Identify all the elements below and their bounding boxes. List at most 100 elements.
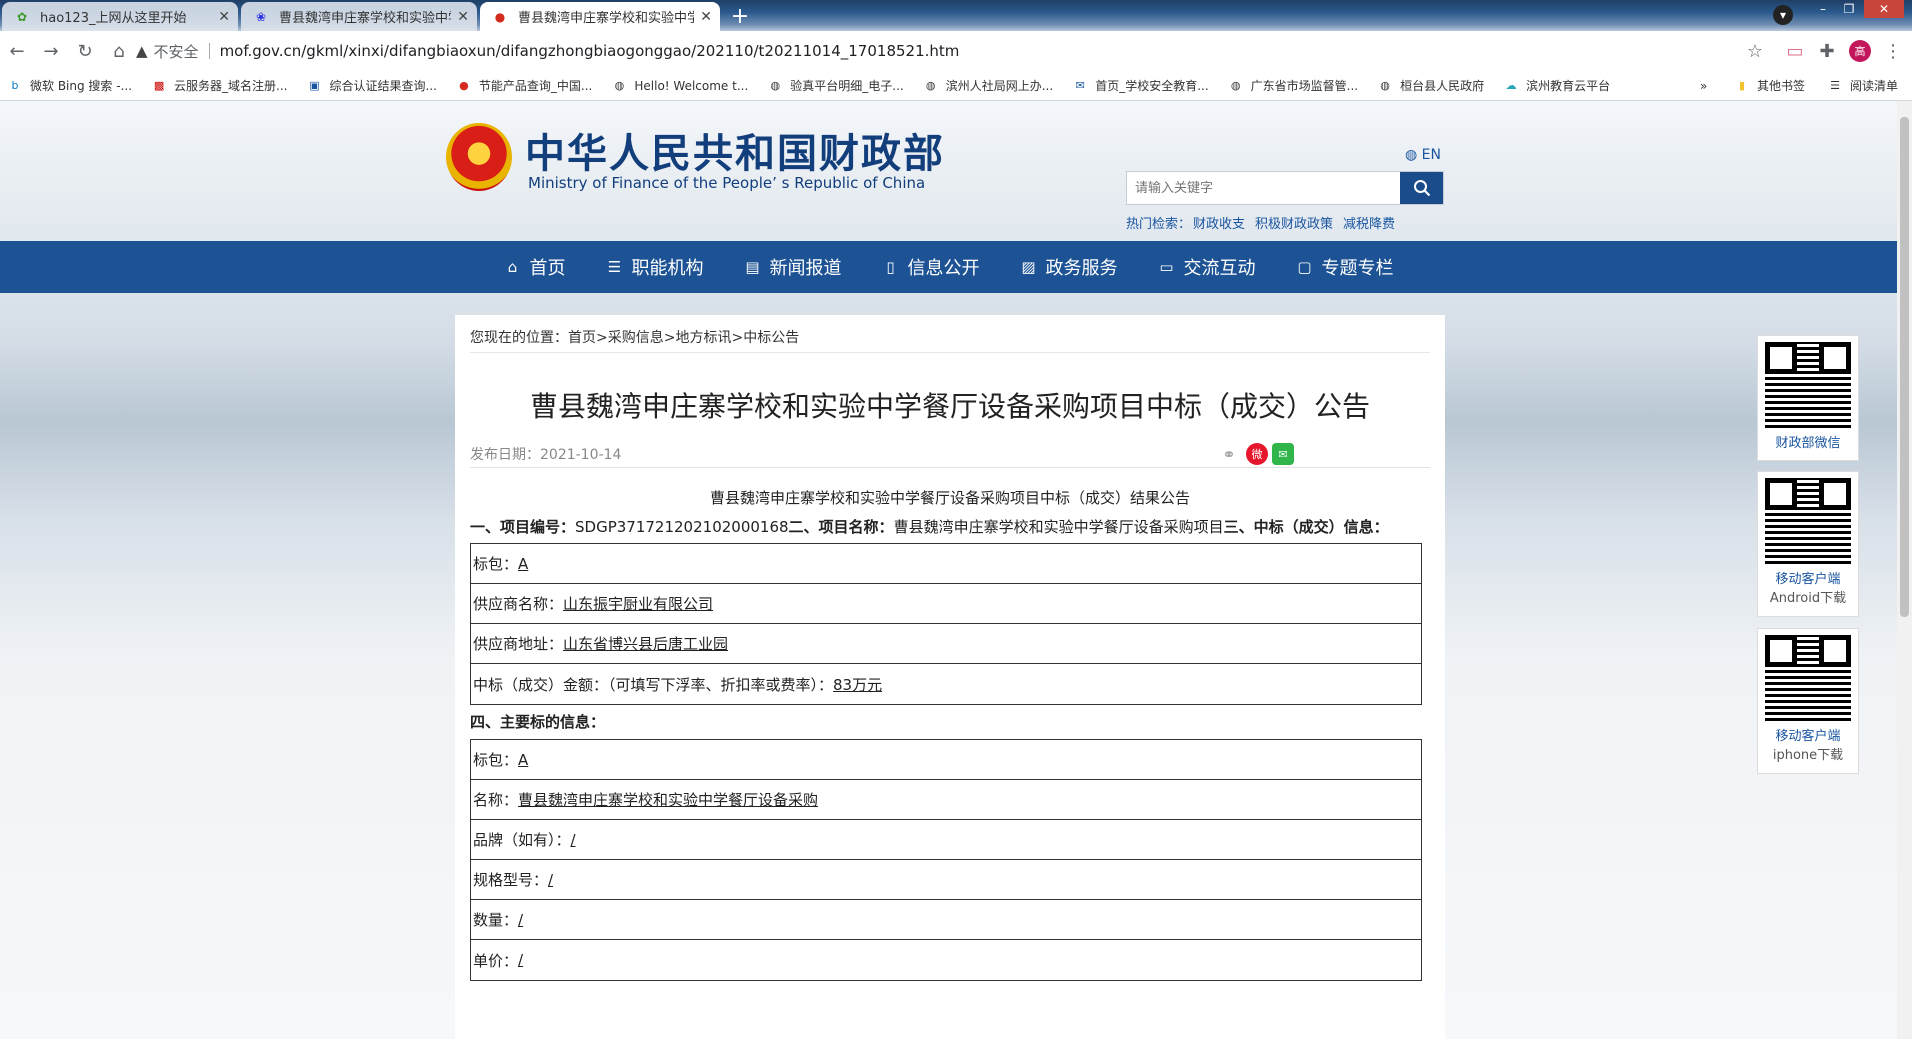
article-panel: 您现在的位置：首页>采购信息>地方标讯>中标公告 曹县魏湾申庄寨学校和实验中学餐… — [455, 315, 1445, 1039]
maximize-button[interactable]: ❐ — [1836, 0, 1862, 18]
reading-list[interactable]: ☰ 阅读清单 — [1828, 77, 1898, 94]
search-button[interactable] — [1400, 172, 1443, 204]
extensions-puzzle-icon[interactable]: ✚ — [1810, 34, 1844, 68]
table-row: 供应商名称： 山东振宇厨业有限公司 — [471, 584, 1421, 624]
globe-icon: ◍ — [614, 79, 625, 92]
qr-android[interactable]: 移动客户端 Android下载 — [1757, 471, 1859, 617]
media-control-icon[interactable]: ▾ — [1773, 5, 1793, 25]
window-icon: ▢ — [1297, 258, 1312, 276]
nav-disclosure[interactable]: ▯ 信息公开 — [882, 254, 979, 280]
new-tab-button[interactable]: + — [725, 3, 755, 29]
security-label: 不安全 — [153, 42, 199, 61]
nav-news[interactable]: ▤ 新闻报道 — [744, 254, 841, 280]
search-input[interactable] — [1127, 172, 1400, 204]
other-bookmarks[interactable]: ▮ 其他书签 — [1735, 77, 1805, 94]
qr-code-image — [1765, 635, 1851, 721]
close-window-button[interactable]: ✕ — [1864, 0, 1904, 18]
home-button[interactable]: ⌂ — [102, 34, 136, 68]
menu-kebab-icon[interactable]: ⋮ — [1876, 34, 1910, 68]
bookmark-item[interactable]: ◍ 广东省市场监督管... — [1229, 77, 1358, 94]
nav-topics[interactable]: ▢ 专题专栏 — [1296, 254, 1393, 280]
bookmark-item[interactable]: ▣ 综合认证结果查询... — [307, 77, 437, 94]
list-icon: ☰ — [607, 258, 622, 276]
document-icon: ▯ — [886, 258, 895, 276]
bookmark-item[interactable]: ☁ 滨州教育云平台 — [1504, 77, 1611, 94]
bookmark-item[interactable]: b 微软 Bing 搜索 -... — [8, 77, 133, 94]
qr-iphone[interactable]: 移动客户端 iphone下载 — [1757, 628, 1859, 774]
bookmark-item[interactable]: ▩ 云服务器_域名注册... — [152, 77, 288, 94]
bing-icon: b — [11, 79, 19, 92]
divider — [208, 43, 210, 59]
publish-date: 发布日期：2021-10-14 — [470, 447, 622, 463]
toolbar: ← → ↻ ⌂ ▲ 不安全 mof.gov.cn/gkml/xinxi/difa… — [0, 31, 1912, 71]
tab-strip: ✿ hao123_上网从这里开始 ✕ ❀ 曹县魏湾申庄寨学校和实验中学餐厅 ✕ … — [0, 0, 1912, 31]
hao123-icon: ✿ — [16, 9, 28, 24]
national-emblem-logo — [446, 123, 512, 191]
qr-wechat[interactable]: 财政部微信 — [1757, 335, 1859, 461]
tab-notice-1[interactable]: ❀ 曹县魏湾申庄寨学校和实验中学餐厅 ✕ — [241, 2, 477, 31]
close-icon[interactable]: ✕ — [218, 9, 230, 25]
hot-term-link[interactable]: 积极财政政策 — [1255, 213, 1333, 232]
nav-departments[interactable]: ☰ 职能机构 — [606, 254, 704, 280]
nav-services[interactable]: ▨ 政务服务 — [1020, 254, 1117, 280]
reading-list-icon: ☰ — [1830, 79, 1840, 92]
article-body: 曹县魏湾申庄寨学校和实验中学餐厅设备采购项目中标（成交）结果公告 一、项目编号：… — [470, 485, 1430, 981]
avatar[interactable]: 高 — [1849, 40, 1871, 62]
service-icon: ▨ — [1021, 258, 1036, 276]
globe-icon: ◍ — [925, 79, 936, 92]
tab-hao123[interactable]: ✿ hao123_上网从这里开始 ✕ — [2, 2, 238, 31]
newspaper-icon: ▤ — [745, 258, 760, 276]
url-text[interactable]: mof.gov.cn/gkml/xinxi/difangbiaoxun/difa… — [220, 42, 960, 60]
site-icon: ✉ — [1075, 79, 1085, 92]
bookmark-star-icon[interactable]: ☆ — [1738, 34, 1772, 68]
folder-icon: ▮ — [1738, 79, 1746, 92]
qr-code-image — [1765, 478, 1851, 564]
back-button[interactable]: ← — [0, 34, 34, 68]
weibo-icon[interactable]: 微 — [1246, 443, 1268, 465]
table-row: 标包： A — [471, 740, 1421, 780]
site-icon: ▣ — [309, 79, 320, 92]
close-icon[interactable]: ✕ — [457, 9, 469, 25]
reload-button[interactable]: ↻ — [68, 34, 102, 68]
table-row: 名称： 曹县魏湾申庄寨学校和实验中学餐厅设备采购 — [471, 780, 1421, 820]
bookmark-item[interactable]: ◍ 桓台县人民政府 — [1378, 77, 1484, 94]
hot-search-label: 热门检索： — [1126, 217, 1192, 232]
winner-table: 标包： A 供应商名称： 山东振宇厨业有限公司 供应商地址： 山东省博兴县后唐工业园 … — [470, 543, 1422, 705]
extension-icon[interactable]: ▭ — [1778, 34, 1812, 68]
forward-button[interactable]: → — [34, 34, 68, 68]
bookmark-item[interactable]: ◍ 滨州人社局网上办... — [924, 77, 1053, 94]
globe-icon: ◍ — [1405, 147, 1418, 163]
section-heading: 四、主要标的信息： — [470, 713, 606, 731]
article-subtitle: 曹县魏湾申庄寨学校和实验中学餐厅设备采购项目中标（成交）结果公告 — [709, 489, 1190, 507]
bookmark-item[interactable]: ● 节能产品查询_中国... — [457, 77, 592, 94]
search-icon — [1413, 180, 1430, 197]
site-title-cn[interactable]: 中华人民共和国财政部 — [525, 121, 945, 179]
scrollbar-thumb[interactable] — [1900, 117, 1909, 617]
globe-icon: ◍ — [770, 79, 781, 92]
project-info: 一、项目编号：SDGP371721202102000168二、项目名称：曹县魏湾… — [470, 518, 1389, 536]
language-switch[interactable]: ◍ EN — [1405, 147, 1441, 163]
page-scrollbar[interactable] — [1897, 101, 1912, 1039]
hot-term-link[interactable]: 减税降费 — [1343, 213, 1395, 232]
share-icon[interactable]: ⚭ — [1218, 443, 1240, 465]
mof-emblem-icon: ● — [494, 9, 506, 24]
hot-term-link[interactable]: 财政收支 — [1193, 213, 1245, 232]
table-row: 标包： A — [471, 544, 1421, 584]
hot-search: 热门检索： 财政收支 积极财政政策 减税降费 — [1126, 213, 1405, 232]
baidu-paw-icon: ❀ — [255, 9, 267, 24]
globe-icon: ◍ — [1380, 79, 1390, 92]
bookmark-item[interactable]: ◍ 验真平台明细_电子... — [768, 77, 903, 94]
breadcrumb[interactable]: 您现在的位置：首页>采购信息>地方标讯>中标公告 — [470, 327, 1430, 353]
bookmark-item[interactable]: ✉ 首页_学校安全教育... — [1073, 77, 1209, 94]
close-icon[interactable]: ✕ — [700, 9, 712, 25]
minimize-button[interactable]: – — [1810, 0, 1836, 18]
wechat-icon[interactable]: ✉ — [1272, 443, 1294, 465]
site-header: 中华人民共和国财政部 Ministry of Finance of the Pe… — [0, 101, 1897, 241]
bookmarks-overflow-icon[interactable]: » — [1700, 79, 1707, 93]
page-title: 曹县魏湾申庄寨学校和实验中学餐厅设备采购项目中标（成交）公告 — [529, 390, 1370, 423]
nav-home[interactable]: ⌂ 首页 — [504, 254, 566, 280]
nav-interaction[interactable]: ▭ 交流互动 — [1158, 254, 1255, 280]
tab-notice-active[interactable]: ● 曹县魏湾申庄寨学校和实验中学 ✕ — [480, 2, 720, 31]
bookmark-item[interactable]: ◍ Hello! Welcome t... — [612, 79, 749, 93]
address-bar[interactable]: ▲ 不安全 mof.gov.cn/gkml/xinxi/difangbiaoxu… — [136, 34, 1771, 68]
